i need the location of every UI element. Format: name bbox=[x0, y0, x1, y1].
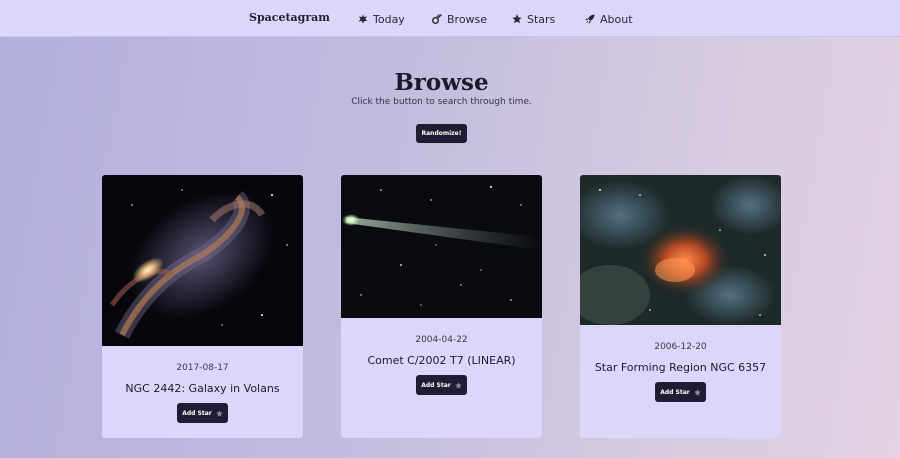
card-title: NGC 2442: Galaxy in Volans bbox=[125, 382, 280, 395]
card-date: 2006-12-20 bbox=[654, 342, 707, 352]
nav-link-about[interactable]: About bbox=[585, 11, 633, 27]
star-icon bbox=[512, 14, 522, 24]
add-star-button[interactable]: Add Star bbox=[655, 382, 706, 402]
add-star-button[interactable]: Add Star bbox=[416, 375, 467, 395]
add-star-label: Add Star bbox=[421, 381, 451, 389]
add-star-label: Add Star bbox=[660, 388, 690, 396]
nav-link-browse[interactable]: Browse bbox=[432, 11, 487, 27]
asteroid-icon bbox=[358, 14, 368, 24]
nav-link-label: Today bbox=[373, 12, 405, 26]
page-title: Browse bbox=[394, 69, 489, 96]
add-star-label: Add Star bbox=[182, 409, 212, 417]
card-title: Comet C/2002 T7 (LINEAR) bbox=[367, 354, 516, 367]
nav-link-today[interactable]: Today bbox=[358, 11, 405, 27]
add-star-button[interactable]: Add Star bbox=[177, 403, 228, 423]
comet-image bbox=[341, 175, 542, 318]
card-title: Star Forming Region NGC 6357 bbox=[594, 361, 767, 374]
nav-link-label: About bbox=[600, 12, 633, 26]
apod-card: 2004-04-22 Comet C/2002 T7 (LINEAR) Add … bbox=[341, 175, 542, 438]
randomize-button[interactable]: Randomize! bbox=[416, 124, 467, 143]
page-subtitle: Click the button to search through time. bbox=[351, 97, 532, 107]
rocket-icon bbox=[585, 14, 595, 24]
nav-link-stars[interactable]: Stars bbox=[512, 11, 555, 27]
brand-logo[interactable]: Spacetagram bbox=[249, 11, 330, 24]
nav-link-label: Browse bbox=[447, 12, 488, 26]
apod-card: 2006-12-20 Star Forming Region NGC 6357 … bbox=[580, 175, 781, 438]
nav-link-label: Stars bbox=[527, 12, 556, 26]
apod-card: 2017-08-17 NGC 2442: Galaxy in Volans Ad… bbox=[102, 175, 303, 438]
card-date: 2017-08-17 bbox=[176, 363, 229, 373]
galaxy-image bbox=[102, 175, 303, 346]
star-icon bbox=[454, 381, 462, 389]
star-icon bbox=[693, 388, 701, 396]
card-date: 2004-04-22 bbox=[415, 335, 468, 345]
star-icon bbox=[215, 409, 223, 417]
nebula-image bbox=[580, 175, 781, 325]
navbar: Spacetagram Today Browse Stars About bbox=[0, 0, 900, 37]
comet-icon bbox=[432, 14, 442, 24]
